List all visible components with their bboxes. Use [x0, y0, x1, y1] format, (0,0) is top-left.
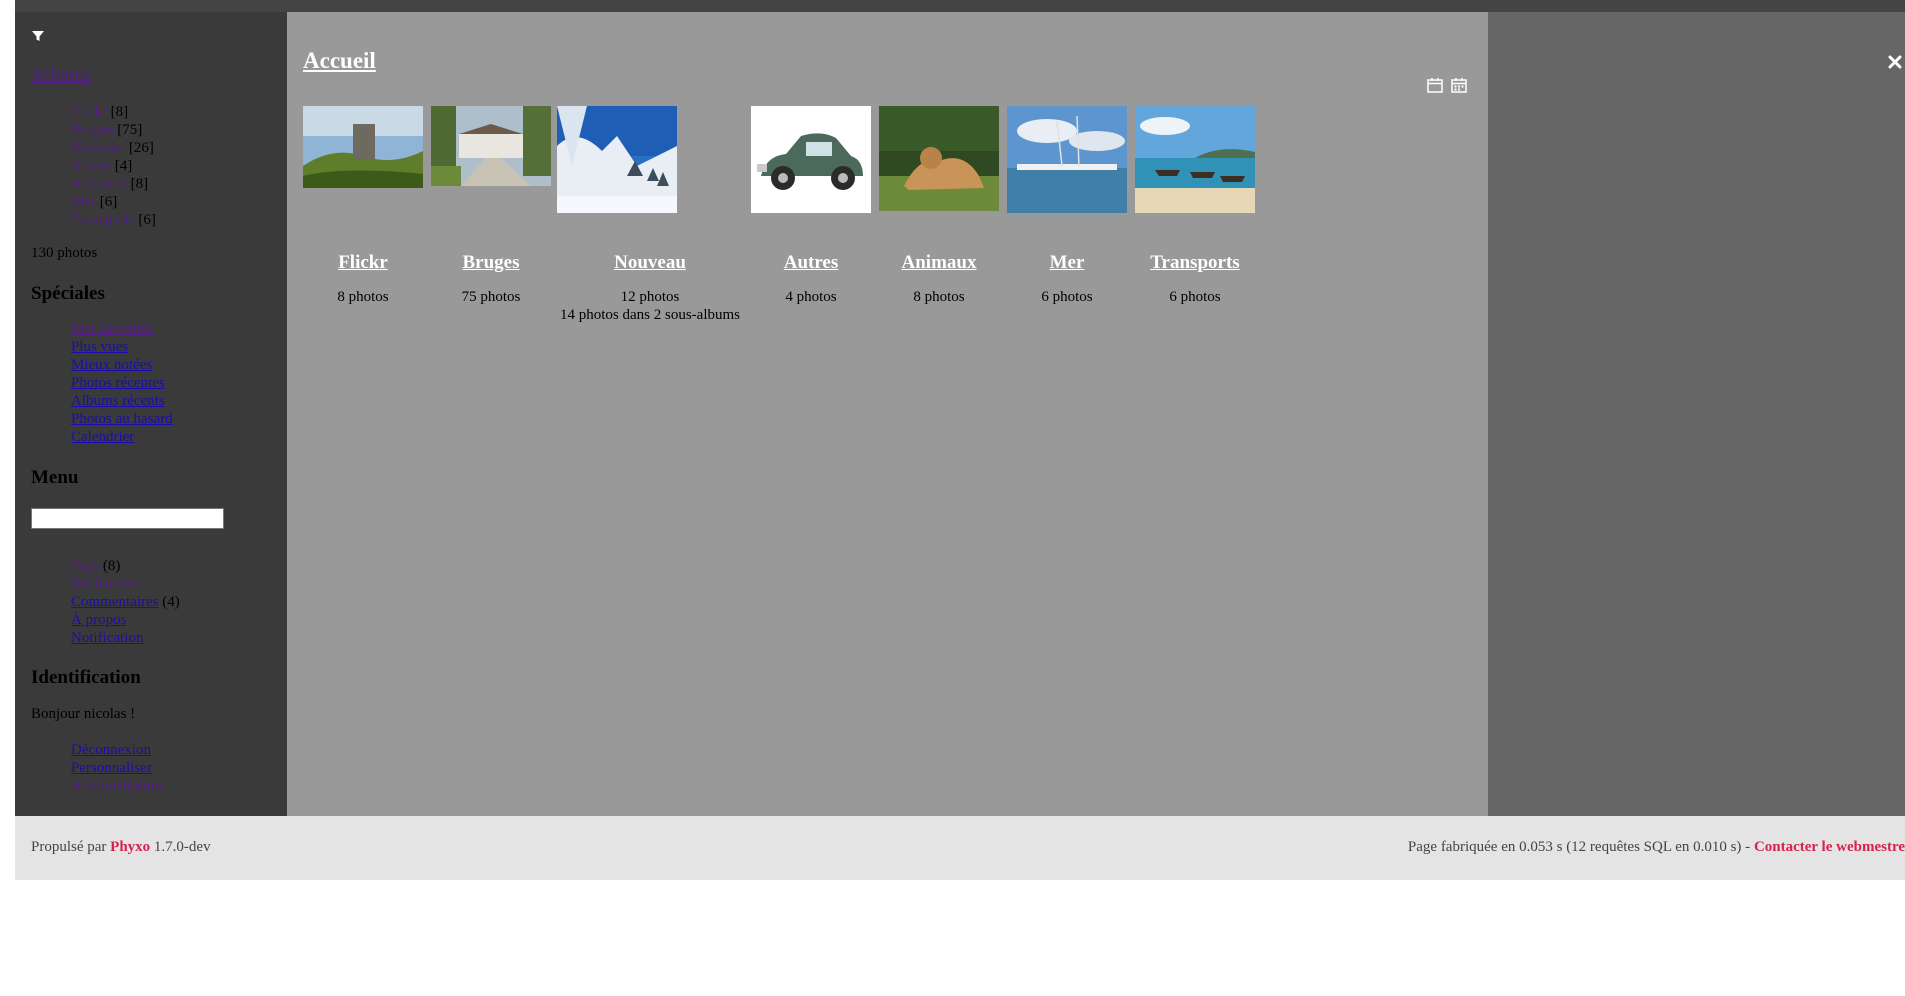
- album-card-mer: Mer 6 photos: [1005, 106, 1129, 306]
- link-mieux-notees[interactable]: Mieux notées: [71, 357, 152, 373]
- right-pane: [1488, 12, 1905, 816]
- footer-stats: Page fabriquée en 0.053 s (12 requêtes S…: [1408, 839, 1905, 856]
- calendar-created-icon[interactable]: [1450, 76, 1468, 94]
- powered-label: Propulsé par: [31, 839, 111, 855]
- album-item-autres: Autres [4]: [71, 157, 156, 175]
- comments-count: (4): [158, 594, 180, 610]
- link-mes-favorites[interactable]: Mes favorites: [71, 321, 153, 337]
- link-a-propos[interactable]: À propos: [71, 612, 126, 628]
- album-count: [8]: [106, 104, 129, 120]
- version-label: 1.7.0-dev: [150, 839, 211, 855]
- album-count: 6 photos: [1169, 289, 1221, 305]
- album-count: 75 photos: [461, 289, 521, 305]
- album-thumbnail[interactable]: [303, 106, 423, 188]
- link-albums-recents[interactable]: Albums récents: [71, 393, 165, 409]
- link-personnaliser[interactable]: Personnaliser: [71, 760, 152, 776]
- album-count: 4 photos: [785, 289, 837, 305]
- main-content: Accueil Flickr 8 photos Bruges 75 photos…: [287, 12, 1488, 816]
- album-card-autres: Autres 4 photos: [749, 106, 873, 306]
- album-count: [26]: [125, 140, 154, 156]
- album-link-flickr[interactable]: Flickr: [71, 104, 107, 120]
- menu-title: Menu: [31, 467, 79, 488]
- link-notification[interactable]: Notification: [71, 630, 143, 646]
- quick-search-input[interactable]: [31, 508, 224, 529]
- page-title[interactable]: Accueil: [303, 48, 376, 74]
- album-subcount: 14 photos dans 2 sous-albums: [560, 307, 740, 323]
- album-link-mer[interactable]: Mer: [71, 194, 96, 210]
- phyxo-link[interactable]: Phyxo: [110, 839, 150, 855]
- album-count: 8 photos: [337, 289, 389, 305]
- identification-list: Déconnexion Personnaliser Administration: [71, 741, 162, 795]
- album-thumbnail[interactable]: [557, 106, 677, 213]
- album-item-flickr: Flickr [8]: [71, 103, 156, 121]
- menu-list: Tags (8) Rechercher Commentaires (4) À p…: [71, 557, 180, 647]
- calendar-posted-icon[interactable]: [1426, 76, 1444, 94]
- album-item-mer: Mer [6]: [71, 193, 156, 211]
- top-bar: [15, 0, 1905, 12]
- album-count: 6 photos: [1041, 289, 1093, 305]
- album-link-animaux[interactable]: Animaux: [71, 176, 127, 192]
- album-title-mer[interactable]: Mer: [1005, 252, 1129, 274]
- album-thumbnail[interactable]: [879, 106, 999, 211]
- album-count: 12 photos: [620, 289, 680, 305]
- album-count: [4]: [111, 158, 133, 174]
- link-photos-recentes[interactable]: Photos récentes: [71, 375, 165, 391]
- calendar-icons: [1426, 76, 1468, 94]
- album-count: [6]: [134, 212, 156, 228]
- album-thumbnail[interactable]: [751, 106, 871, 213]
- album-card-animaux: Animaux 8 photos: [877, 106, 1001, 306]
- album-count: [6]: [96, 194, 118, 210]
- album-thumbnail[interactable]: [431, 106, 551, 186]
- link-deconnexion[interactable]: Déconnexion: [71, 742, 151, 758]
- close-icon[interactable]: [1888, 55, 1902, 69]
- album-title-transports[interactable]: Transports: [1133, 252, 1257, 274]
- speciales-list: Mes favorites Plus vues Mieux notées Pho…: [71, 320, 173, 446]
- album-item-transports: Transports [6]: [71, 211, 156, 229]
- speciales-title: Spéciales: [31, 283, 105, 304]
- link-tags[interactable]: Tags: [71, 558, 99, 574]
- album-count: [75]: [113, 122, 143, 138]
- album-card-bruges: Bruges 75 photos: [429, 106, 553, 306]
- footer-powered: Propulsé par Phyxo 1.7.0-dev: [31, 839, 211, 856]
- album-item-animaux: Animaux [8]: [71, 175, 156, 193]
- albums-list: Flickr [8] Bruges [75] Nouveau [26] Autr…: [71, 103, 156, 229]
- album-count: 8 photos: [913, 289, 965, 305]
- link-photos-au-hasard[interactable]: Photos au hasard: [71, 411, 173, 427]
- album-item-nouveau: Nouveau [26]: [71, 139, 156, 157]
- album-thumbnail[interactable]: [1007, 106, 1127, 213]
- album-link-transports[interactable]: Transports: [71, 212, 135, 228]
- filter-icon[interactable]: [31, 29, 45, 43]
- link-administration[interactable]: Administration: [71, 778, 162, 794]
- identification-title: Identification: [31, 667, 141, 688]
- album-item-bruges: Bruges [75]: [71, 121, 156, 139]
- contact-webmaster-link[interactable]: Contacter le webmestre: [1754, 839, 1905, 855]
- album-link-nouveau[interactable]: Nouveau: [71, 140, 125, 156]
- album-link-autres[interactable]: Autres: [71, 158, 111, 174]
- album-card-transports: Transports 6 photos: [1133, 106, 1257, 306]
- album-title-flickr[interactable]: Flickr: [301, 252, 425, 274]
- album-card-nouveau: Nouveau 12 photos 14 photos dans 2 sous-…: [557, 106, 743, 324]
- albums-title[interactable]: Albums: [31, 65, 91, 87]
- album-title-bruges[interactable]: Bruges: [429, 252, 553, 274]
- total-photos: 130 photos: [31, 245, 98, 261]
- footer: Propulsé par Phyxo 1.7.0-dev Page fabriq…: [15, 816, 1905, 880]
- tags-count: (8): [99, 558, 121, 574]
- album-title-nouveau[interactable]: Nouveau: [557, 252, 743, 274]
- page-stats: Page fabriquée en 0.053 s (12 requêtes S…: [1407, 839, 1754, 855]
- link-rechercher[interactable]: Rechercher: [71, 576, 139, 592]
- album-thumbnail[interactable]: [1135, 106, 1255, 213]
- greeting-text: Bonjour nicolas !: [31, 706, 136, 722]
- album-title-animaux[interactable]: Animaux: [877, 252, 1001, 274]
- album-count: [8]: [126, 176, 149, 192]
- link-plus-vues[interactable]: Plus vues: [71, 339, 128, 355]
- album-title-autres[interactable]: Autres: [749, 252, 873, 274]
- link-calendrier[interactable]: Calendrier: [71, 429, 134, 445]
- album-link-bruges[interactable]: Bruges: [71, 122, 114, 138]
- album-card-flickr: Flickr 8 photos: [301, 106, 425, 306]
- sidebar: Albums Flickr [8] Bruges [75] Nouveau [2…: [15, 12, 287, 816]
- link-commentaires[interactable]: Commentaires: [71, 594, 158, 610]
